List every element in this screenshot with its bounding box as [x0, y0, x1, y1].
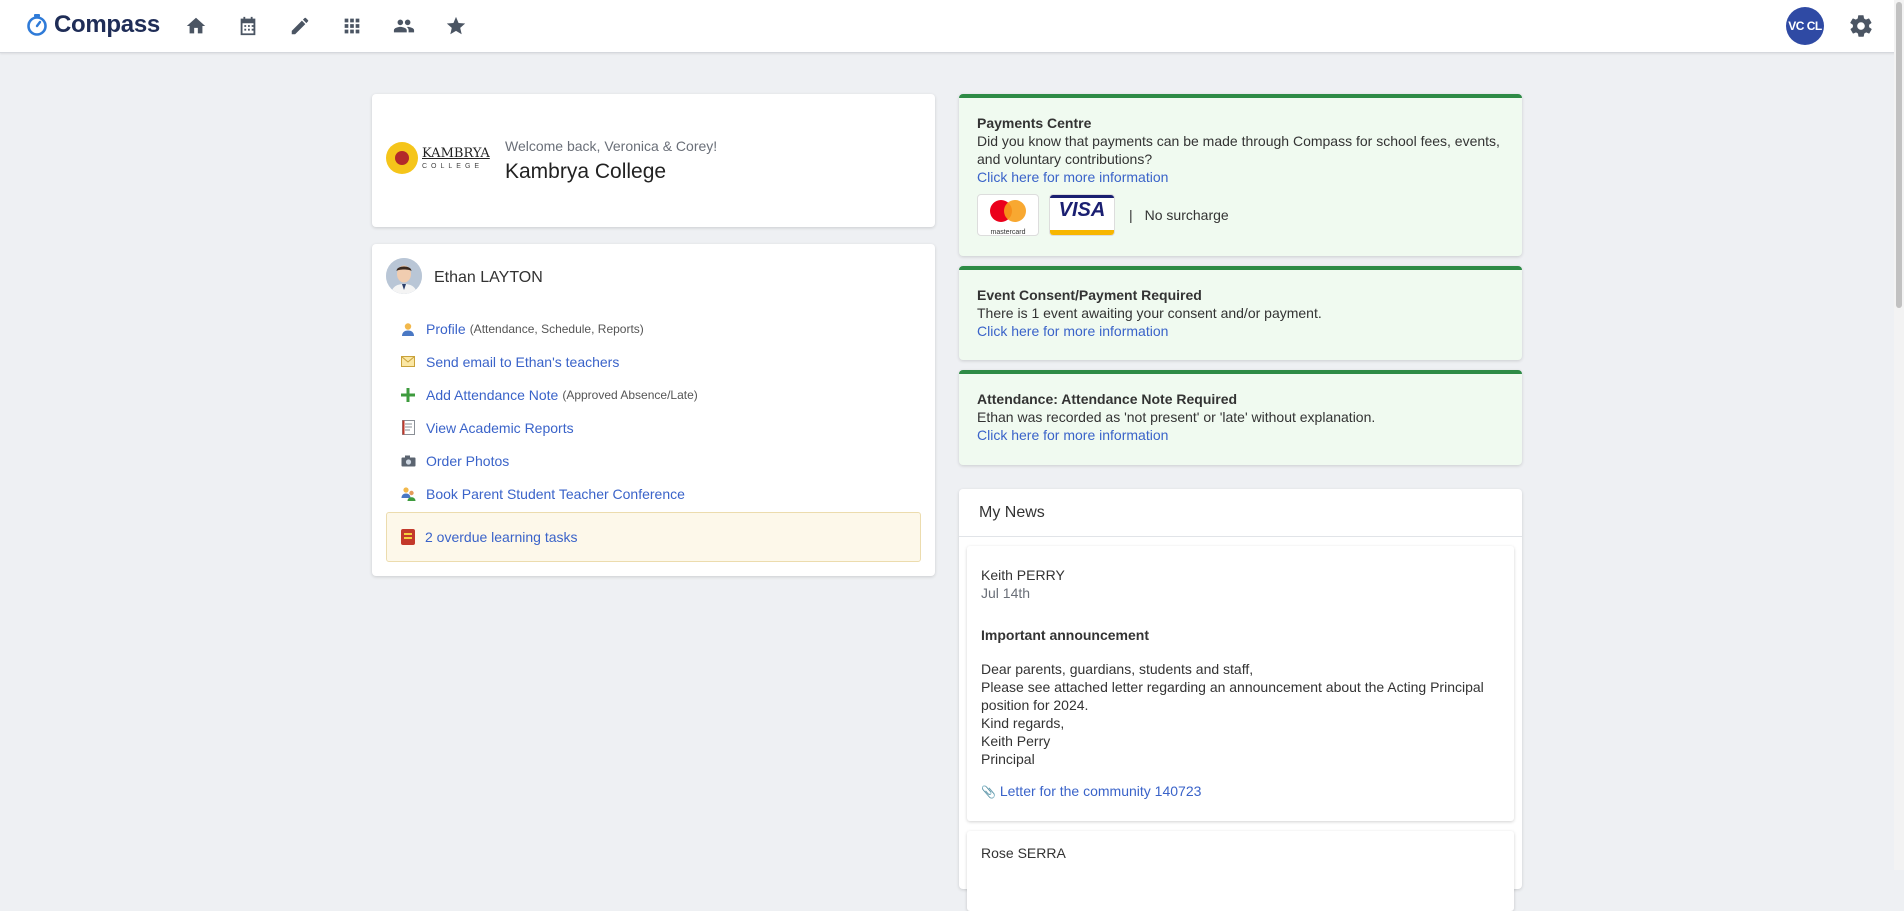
action-label[interactable]: Book Parent Student Teacher Conference — [426, 486, 685, 502]
paperclip-icon: 📎 — [981, 785, 996, 799]
action-order-photos[interactable]: Order Photos — [400, 444, 698, 477]
page-scrollbar[interactable] — [1894, 0, 1904, 870]
surcharge-text: No surcharge — [1144, 207, 1229, 223]
action-send-email[interactable]: Send email to Ethan's teachers — [400, 345, 698, 378]
news-body: Dear parents, guardians, students and st… — [981, 661, 1484, 767]
alert-title: Event Consent/Payment Required — [977, 287, 1202, 303]
school-logo-sub: COLLEGE — [422, 162, 484, 170]
attachment-link[interactable]: Letter for the community 140723 — [1000, 783, 1202, 799]
mastercard-icon: mastercard — [977, 194, 1039, 236]
payment-methods: mastercard VISA | No surcharge — [977, 194, 1504, 236]
action-profile[interactable]: Profile (Attendance, Schedule, Reports) — [400, 312, 698, 345]
school-logo-word: KAMBRYA — [422, 145, 490, 161]
overdue-tasks-link[interactable]: 2 overdue learning tasks — [425, 529, 578, 545]
action-add-attendance-note[interactable]: Add Attendance Note (Approved Absence/La… — [400, 378, 698, 411]
report-icon — [400, 420, 416, 436]
student-action-list: Profile (Attendance, Schedule, Reports) … — [400, 312, 698, 510]
scrollbar-thumb[interactable] — [1896, 2, 1902, 308]
school-logo: KAMBRYA COLLEGE — [386, 142, 490, 174]
profile-icon — [400, 321, 416, 337]
alert-body: Did you know that payments can be made t… — [977, 133, 1500, 167]
alert-title: Attendance: Attendance Note Required — [977, 391, 1238, 407]
main-nav — [170, 0, 482, 52]
more-info-link[interactable]: Click here for more information — [977, 323, 1168, 339]
top-bar: Compass VC CL — [0, 0, 1904, 53]
user-avatar[interactable]: VC CL — [1786, 7, 1824, 45]
camera-icon — [400, 453, 416, 469]
news-item: Keith PERRY Jul 14th Important announcem… — [967, 546, 1514, 821]
my-news-heading: My News — [959, 489, 1522, 537]
overdue-tasks-banner[interactable]: 2 overdue learning tasks — [386, 512, 921, 562]
attendance-note-alert: Attendance: Attendance Note Required Eth… — [959, 370, 1522, 465]
action-label[interactable]: Send email to Ethan's teachers — [426, 354, 619, 370]
action-note: (Attendance, Schedule, Reports) — [469, 321, 644, 336]
people-icon[interactable] — [378, 0, 430, 52]
alert-body: There is 1 event awaiting your consent a… — [977, 305, 1322, 321]
compass-logo-icon — [27, 14, 47, 36]
event-consent-alert: Event Consent/Payment Required There is … — [959, 266, 1522, 360]
mastercard-label: mastercard — [990, 229, 1026, 236]
action-label[interactable]: Add Attendance Note — [426, 387, 558, 403]
student-card: Ethan LAYTON Profile (Attendance, Schedu… — [372, 244, 935, 576]
conference-icon — [400, 486, 416, 502]
calendar-icon[interactable] — [222, 0, 274, 52]
my-news-panel: My News Keith PERRY Jul 14th Important a… — [959, 489, 1522, 911]
compass-logo[interactable]: Compass — [26, 10, 160, 40]
student-name: Ethan LAYTON — [434, 269, 543, 286]
action-note: (Approved Absence/Late) — [562, 387, 698, 402]
action-label[interactable]: View Academic Reports — [426, 420, 574, 436]
visa-label: VISA — [1058, 199, 1106, 221]
more-info-link[interactable]: Click here for more information — [977, 427, 1168, 443]
school-logo-emblem — [386, 142, 418, 174]
apps-grid-icon[interactable] — [326, 0, 378, 52]
action-label[interactable]: Profile — [426, 321, 466, 337]
news-attachment[interactable]: 📎 Letter for the community 140723 — [981, 782, 1500, 801]
separator: | — [1129, 207, 1133, 223]
student-photo-image — [386, 258, 422, 294]
tasks-icon — [401, 529, 415, 545]
alert-body: Ethan was recorded as 'not present' or '… — [977, 409, 1376, 425]
payments-alert: Payments Centre Did you know that paymen… — [959, 94, 1522, 256]
star-icon[interactable] — [430, 0, 482, 52]
action-book-conference[interactable]: Book Parent Student Teacher Conference — [400, 477, 698, 510]
home-icon[interactable] — [170, 0, 222, 52]
news-author: Rose SERRA — [981, 845, 1066, 861]
action-label[interactable]: Order Photos — [426, 453, 509, 469]
action-view-reports[interactable]: View Academic Reports — [400, 411, 698, 444]
news-item: Rose SERRA — [967, 831, 1514, 911]
alert-title: Payments Centre — [977, 115, 1092, 131]
school-name: Kambrya College — [505, 160, 667, 183]
news-title: Important announcement — [981, 627, 1150, 643]
visa-icon: VISA — [1049, 194, 1115, 236]
welcome-message: Welcome back, Veronica & Corey! — [505, 138, 718, 154]
app-name: Compass — [54, 11, 160, 38]
gear-icon[interactable] — [1848, 13, 1874, 39]
welcome-card: KAMBRYA COLLEGE Welcome back, Veronica &… — [372, 94, 935, 227]
news-date: Jul 14th — [981, 585, 1031, 601]
pencil-icon[interactable] — [274, 0, 326, 52]
more-info-link[interactable]: Click here for more information — [977, 169, 1168, 185]
email-icon — [400, 354, 416, 370]
plus-icon — [400, 387, 416, 403]
student-avatar[interactable] — [386, 258, 422, 294]
news-author: Keith PERRY — [981, 567, 1065, 583]
